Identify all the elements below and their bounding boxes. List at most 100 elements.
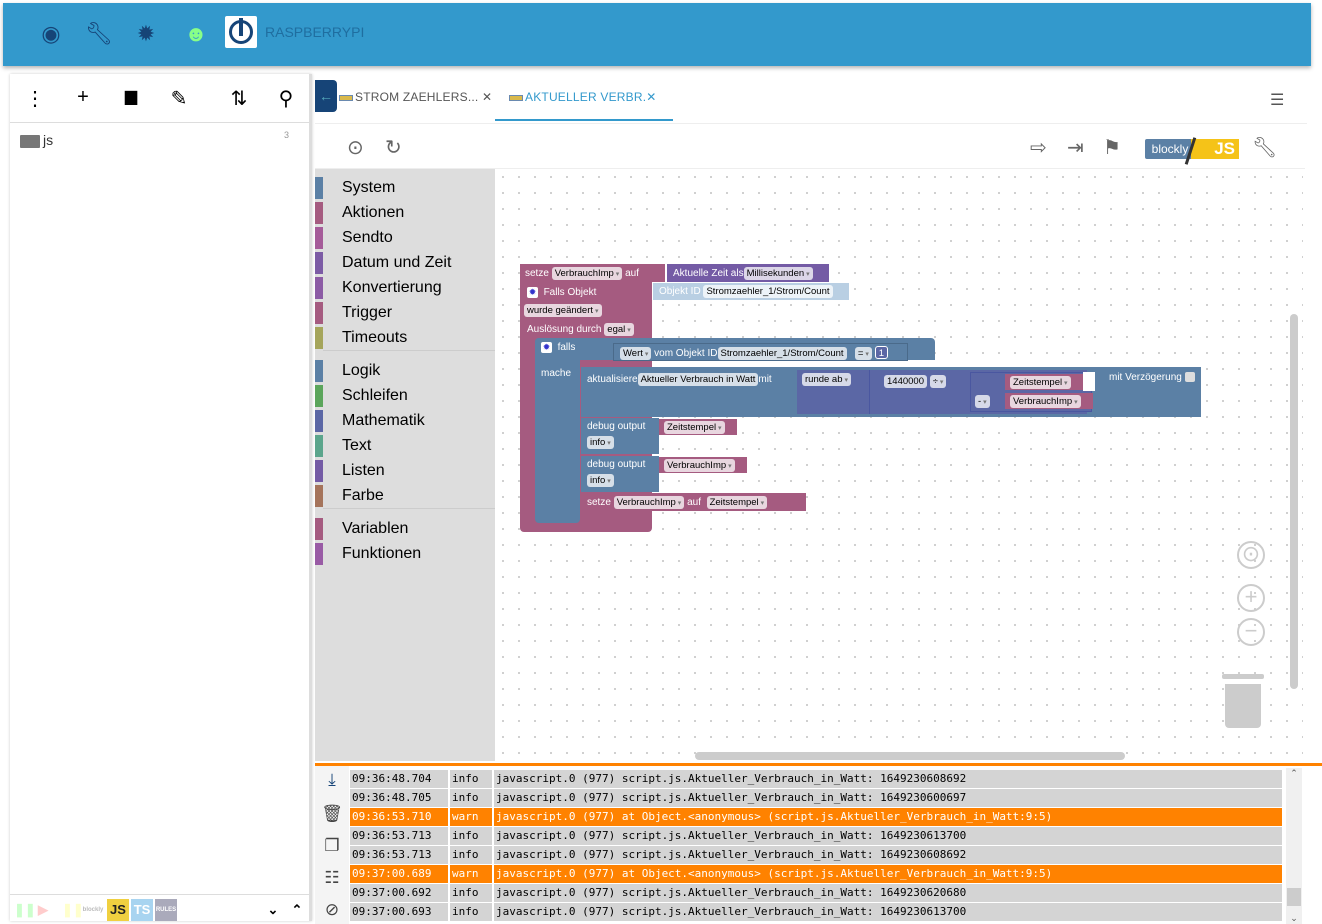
get-variable-block[interactable]: VerbrauchImp <box>1005 393 1093 409</box>
sort-icon[interactable]: ⇅ <box>227 86 251 111</box>
close-icon[interactable]: ✕ <box>482 90 492 104</box>
scroll-down-icon[interactable]: ⤓ <box>321 770 343 790</box>
time-format-dropdown[interactable]: Millisekunden <box>743 267 813 280</box>
copy-icon[interactable]: ❐ <box>321 836 343 856</box>
locate-icon[interactable]: ⊙ <box>347 135 364 160</box>
value-dropdown[interactable]: Wert <box>620 347 652 360</box>
number-field[interactable]: 1440000 <box>884 375 927 388</box>
compare-dropdown[interactable]: = <box>854 347 872 360</box>
operator-dropdown[interactable]: ÷ <box>929 375 947 388</box>
log-msg: javascript.0 (977) script.js.Aktueller_V… <box>494 789 1284 807</box>
trash-icon[interactable] <box>1222 674 1264 729</box>
horizontal-scrollbar[interactable] <box>695 752 1125 760</box>
filter-ts[interactable]: TS <box>131 899 153 921</box>
category-datum-und-zeit[interactable]: Datum und Zeit <box>315 252 451 274</box>
add-icon[interactable]: + <box>71 86 95 109</box>
get-variable-block[interactable]: VerbrauchImp <box>659 457 747 473</box>
eye-icon[interactable]: ◉ <box>38 21 64 47</box>
variable-dropdown[interactable]: VerbrauchImp <box>551 267 623 280</box>
filter-blockly[interactable]: blockly <box>82 899 104 921</box>
minus-dropdown[interactable]: - <box>975 395 990 408</box>
get-variable-block[interactable]: Zeitstempel <box>659 419 737 435</box>
zoom-out-icon[interactable]: − <box>1237 618 1265 646</box>
log-sev: info <box>450 884 494 902</box>
number-field[interactable]: 1 <box>874 346 888 359</box>
checkered-flag-icon[interactable]: ⚑ <box>1103 135 1121 160</box>
tab-label: STROM ZAEHLERS... <box>355 90 479 104</box>
category-timeouts[interactable]: Timeouts <box>315 327 407 349</box>
log-level-dropdown[interactable]: info <box>587 436 614 449</box>
gear-icon: ✹ <box>541 342 552 353</box>
log-time: 09:36:48.705 <box>350 789 450 807</box>
trigger-source-dropdown[interactable]: egal <box>604 323 634 336</box>
set-variable-block[interactable]: setze VerbrauchImp auf <box>520 264 665 282</box>
object-id-block[interactable]: Objekt ID Stromzaehler_1/Strom/Count <box>653 283 849 300</box>
wrench-icon[interactable]: 🔧︎ <box>85 21 113 47</box>
debug-output-block[interactable]: debug output info <box>581 456 659 492</box>
play-icon[interactable]: ▶ <box>38 899 48 921</box>
wrench-icon[interactable]: 🔧︎ <box>1252 135 1277 160</box>
blockly-js-toggle[interactable]: blockly JS <box>1145 137 1245 165</box>
delay-checkbox[interactable] <box>1184 372 1195 383</box>
filter-js[interactable]: JS <box>107 899 129 921</box>
tab-strom-zaehlers[interactable]: STROM ZAEHLERS... ✕ <box>339 90 492 104</box>
tab-aktueller-verbr[interactable]: AKTUELLER VERBR.✕ <box>509 90 657 104</box>
head-icon[interactable]: ☻ <box>183 21 209 47</box>
collapse-all-icon[interactable]: ⌄ <box>266 899 280 921</box>
blockly-icon <box>339 94 353 101</box>
folder-js[interactable]: js <box>20 132 53 148</box>
category-schleifen[interactable]: Schleifen <box>315 385 408 407</box>
expand-all-icon[interactable]: ⌃ <box>290 899 304 921</box>
category-konvertierung[interactable]: Konvertierung <box>315 277 442 299</box>
get-variable-block[interactable]: Zeitstempel <box>1005 374 1089 390</box>
brightness-icon[interactable]: ✹ <box>133 21 159 47</box>
clear-log-icon[interactable]: 🗑︎ <box>321 804 343 824</box>
back-arrow-icon[interactable]: ← <box>315 80 337 112</box>
get-value-block[interactable]: Wert vom Objekt IDStromzaehler_1/Strom/C… <box>613 343 908 361</box>
log-row: 09:36:48.705 info javascript.0 (977) scrip… <box>350 789 1284 808</box>
changed-dropdown[interactable]: wurde geändert <box>524 304 602 317</box>
debug-output-block[interactable]: debug output info <box>581 418 659 454</box>
log-scrollbar[interactable]: ⌃ ⌄ <box>1286 768 1302 924</box>
log-msg: javascript.0 (977) script.js.Aktueller_V… <box>494 770 1284 788</box>
category-variablen[interactable]: Variablen <box>315 518 408 540</box>
import-icon[interactable]: ⇥ <box>1067 135 1084 160</box>
center-icon[interactable]: ⊙ <box>1237 541 1265 569</box>
category-mathematik[interactable]: Mathematik <box>315 410 425 432</box>
set-variable-block[interactable]: setze VerbrauchImp auf Zeitstempel <box>581 493 806 511</box>
zoom-in-icon[interactable]: + <box>1237 584 1265 612</box>
search-icon[interactable]: ⚲ <box>274 86 298 111</box>
log-level-dropdown[interactable]: info <box>587 474 614 487</box>
category-funktionen[interactable]: Funktionen <box>315 543 421 565</box>
category-farbe[interactable]: Farbe <box>315 485 384 507</box>
filter-rules[interactable]: RULES <box>155 899 177 921</box>
category-trigger[interactable]: Trigger <box>315 302 392 324</box>
object-id-field[interactable]: Stromzaehler_1/Strom/Count <box>703 285 833 298</box>
host-name: RASPBERRYPI <box>265 24 365 40</box>
log-sev: info <box>450 827 494 845</box>
category-system[interactable]: System <box>315 177 395 199</box>
current-time-block[interactable]: Aktuelle Zeit als Millisekunden <box>667 264 829 282</box>
category-sendto[interactable]: Sendto <box>315 227 393 249</box>
log-row: 09:37:00.692 info javascript.0 (977) scrip… <box>350 884 1284 903</box>
edit-icon[interactable]: ✎ <box>167 86 191 111</box>
list-icon[interactable]: ☷ <box>321 868 343 888</box>
category-logik[interactable]: Logik <box>315 360 380 382</box>
blockly-workspace[interactable]: setze VerbrauchImp auf Aktuelle Zeit als… <box>495 169 1303 761</box>
close-icon[interactable]: ✕ <box>646 90 656 104</box>
refresh-icon[interactable]: ↻ <box>385 135 402 160</box>
pause-yellow-icon[interactable]: ❚❚ <box>62 899 84 921</box>
category-text[interactable]: Text <box>315 435 371 457</box>
vertical-scrollbar[interactable] <box>1290 314 1298 689</box>
if-block-body <box>535 338 580 523</box>
round-dropdown[interactable]: runde ab <box>802 373 851 386</box>
more-icon[interactable]: ⋮ <box>23 86 47 111</box>
hide-icon[interactable]: ⊘ <box>321 900 343 920</box>
state-field[interactable]: Aktueller Verbrauch in Watt <box>637 373 759 386</box>
category-aktionen[interactable]: Aktionen <box>315 202 404 224</box>
add-folder-icon[interactable]: ▆ <box>119 86 143 106</box>
category-listen[interactable]: Listen <box>315 460 385 482</box>
menu-icon[interactable]: ☰ <box>1270 90 1284 110</box>
pause-icon[interactable]: ❚❚ <box>14 899 36 921</box>
export-icon[interactable]: ⇨ <box>1030 135 1047 160</box>
